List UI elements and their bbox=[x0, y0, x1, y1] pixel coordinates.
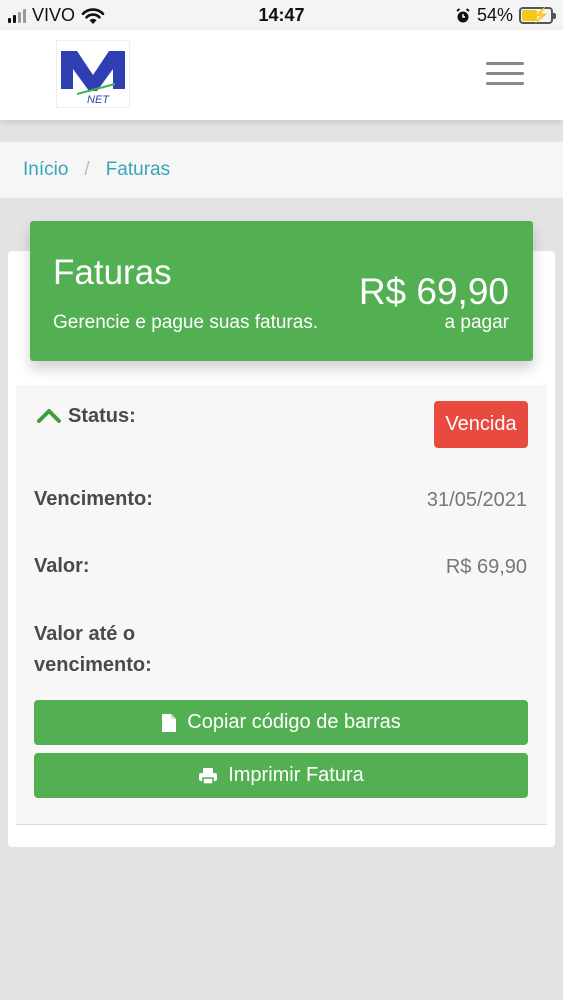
breadcrumb-home-link[interactable]: Início bbox=[23, 159, 68, 181]
print-icon bbox=[199, 767, 218, 785]
breadcrumb-separator: / bbox=[84, 159, 90, 180]
hero-amount: R$ 69,90 bbox=[358, 271, 509, 312]
battery-percent: 54% bbox=[476, 5, 513, 25]
hero-title: Faturas bbox=[53, 253, 172, 292]
amount-until-due-label-line1: Valor até o bbox=[34, 623, 136, 645]
due-date-value: 31/05/2021 bbox=[426, 489, 527, 511]
print-invoice-button[interactable]: Imprimir Fatura bbox=[34, 753, 528, 798]
copy-barcode-label: Copiar código de barras bbox=[187, 711, 401, 733]
alarm-icon bbox=[456, 7, 470, 22]
amount-value: R$ 69,90 bbox=[445, 556, 527, 578]
amount-label: Valor: bbox=[34, 555, 90, 577]
app-header: NET bbox=[0, 30, 563, 120]
mnet-logo[interactable]: NET bbox=[56, 40, 130, 108]
breadcrumb: Início / Faturas bbox=[0, 142, 563, 198]
hero-amount-label: a pagar bbox=[444, 312, 509, 333]
status-label: Status: bbox=[68, 405, 136, 427]
hero-subtitle: Gerencie e pague suas faturas. bbox=[53, 312, 319, 333]
due-date-label: Vencimento: bbox=[34, 488, 153, 510]
status-right: 54% ⚡ bbox=[455, 5, 556, 26]
copy-barcode-button[interactable]: Copiar código de barras bbox=[34, 700, 528, 745]
battery-icon: ⚡ bbox=[519, 7, 556, 24]
status-bar: VIVO 14:47 54% ⚡ bbox=[0, 0, 563, 30]
print-invoice-label: Imprimir Fatura bbox=[228, 764, 364, 786]
status-badge: Vencida bbox=[434, 401, 528, 448]
charging-bolt-icon: ⚡ bbox=[531, 7, 550, 24]
invoice-hero: Faturas Gerencie e pague suas faturas. R… bbox=[30, 221, 533, 361]
amount-until-due-label-line2: vencimento: bbox=[34, 654, 152, 676]
document-icon bbox=[162, 713, 177, 732]
breadcrumb-current[interactable]: Faturas bbox=[106, 159, 170, 181]
chevron-up-icon[interactable] bbox=[36, 405, 62, 425]
hamburger-menu-icon[interactable] bbox=[486, 62, 524, 88]
logo-sub-text: NET bbox=[87, 94, 110, 106]
mnet-logo-mark: NET bbox=[61, 51, 125, 106]
